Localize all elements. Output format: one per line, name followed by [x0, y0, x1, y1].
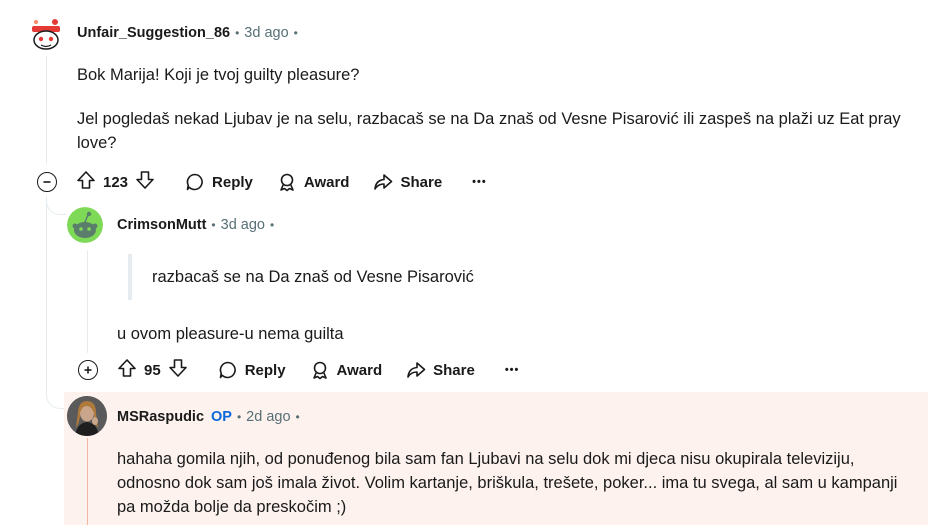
- more-options-icon: •••: [504, 364, 520, 376]
- reply-button[interactable]: Reply: [175, 166, 263, 198]
- more-options-button[interactable]: •••: [462, 166, 497, 198]
- thread-line: [46, 196, 47, 396]
- vote-count: 123: [103, 173, 129, 191]
- award-button[interactable]: Award: [267, 166, 360, 198]
- blockquote: razbacaš se na Da znaš od Vesne Pisarovi…: [128, 254, 474, 300]
- more-options-button[interactable]: •••: [495, 354, 530, 386]
- award-label: Award: [303, 173, 350, 191]
- share-button[interactable]: Share: [363, 166, 452, 198]
- comment-header: MSRaspudic OP • 2d ago •: [117, 409, 300, 425]
- separator-dot: •: [236, 410, 242, 424]
- comment-paragraph: Jel pogledaš nekad Ljubav je na selu, ra…: [77, 110, 901, 152]
- reply-icon: [186, 173, 203, 191]
- username[interactable]: CrimsonMutt: [117, 217, 206, 233]
- username[interactable]: Unfair_Suggestion_86: [77, 25, 230, 41]
- share-icon: [407, 362, 426, 378]
- comment-body: u ovom pleasure-u nema guilta: [117, 325, 344, 343]
- avatar[interactable]: [28, 16, 64, 52]
- comment-body: hahaha gomila njih, od ponuđenog bila sa…: [117, 450, 898, 516]
- share-icon: [374, 174, 393, 190]
- comment-actions: 123 Reply Award Share •••: [70, 166, 497, 198]
- upvote-icon[interactable]: [76, 170, 96, 194]
- timestamp[interactable]: 2d ago: [246, 409, 290, 425]
- expand-button[interactable]: [78, 360, 98, 380]
- separator-dot: •: [295, 410, 300, 424]
- award-button[interactable]: Award: [300, 354, 393, 386]
- downvote-icon[interactable]: [168, 358, 188, 382]
- comment-header: Unfair_Suggestion_86 • 3d ago •: [77, 25, 298, 41]
- award-icon: [280, 173, 294, 192]
- award-icon: [312, 361, 327, 380]
- share-button[interactable]: Share: [396, 354, 485, 386]
- comment-actions: 95 Reply Award Share •••: [111, 354, 529, 386]
- upvote-icon[interactable]: [117, 358, 137, 382]
- reply-icon: [219, 361, 236, 379]
- separator-dot: •: [269, 218, 275, 232]
- collapse-button[interactable]: [37, 172, 57, 192]
- vote-count: 95: [144, 361, 161, 379]
- comment-paragraph: Bok Marija! Koji je tvoj guilty pleasure…: [77, 66, 360, 84]
- thread-line: [87, 250, 88, 353]
- comment-body: Bok Marija! Koji je tvoj guilty pleasure…: [77, 63, 922, 155]
- avatar[interactable]: [67, 396, 107, 436]
- reply-button[interactable]: Reply: [208, 354, 296, 386]
- reply-label: Reply: [212, 173, 253, 191]
- thread-line: [87, 438, 88, 525]
- timestamp[interactable]: 3d ago: [221, 217, 265, 233]
- thread-connector: [46, 196, 67, 215]
- timestamp[interactable]: 3d ago: [244, 25, 288, 41]
- plus-icon: [84, 366, 92, 374]
- more-options-icon: •••: [472, 176, 487, 188]
- separator-dot: •: [235, 26, 240, 40]
- downvote-icon[interactable]: [135, 170, 155, 194]
- share-label: Share: [433, 361, 475, 379]
- minus-icon: [43, 181, 51, 183]
- op-badge: OP: [211, 409, 232, 425]
- vote-group: 123: [70, 170, 161, 194]
- quote-text: razbacaš se na Da znaš od Vesne Pisarovi…: [152, 268, 474, 286]
- separator-dot: •: [293, 26, 298, 40]
- thread-line: [46, 56, 47, 164]
- vote-group: 95: [111, 358, 194, 382]
- share-label: Share: [400, 173, 443, 191]
- award-label: Award: [336, 361, 383, 379]
- username[interactable]: MSRaspudic: [117, 409, 204, 425]
- separator-dot: •: [211, 218, 216, 232]
- comment-header: CrimsonMutt • 3d ago •: [117, 217, 274, 233]
- avatar[interactable]: [67, 207, 103, 243]
- reply-label: Reply: [244, 361, 286, 379]
